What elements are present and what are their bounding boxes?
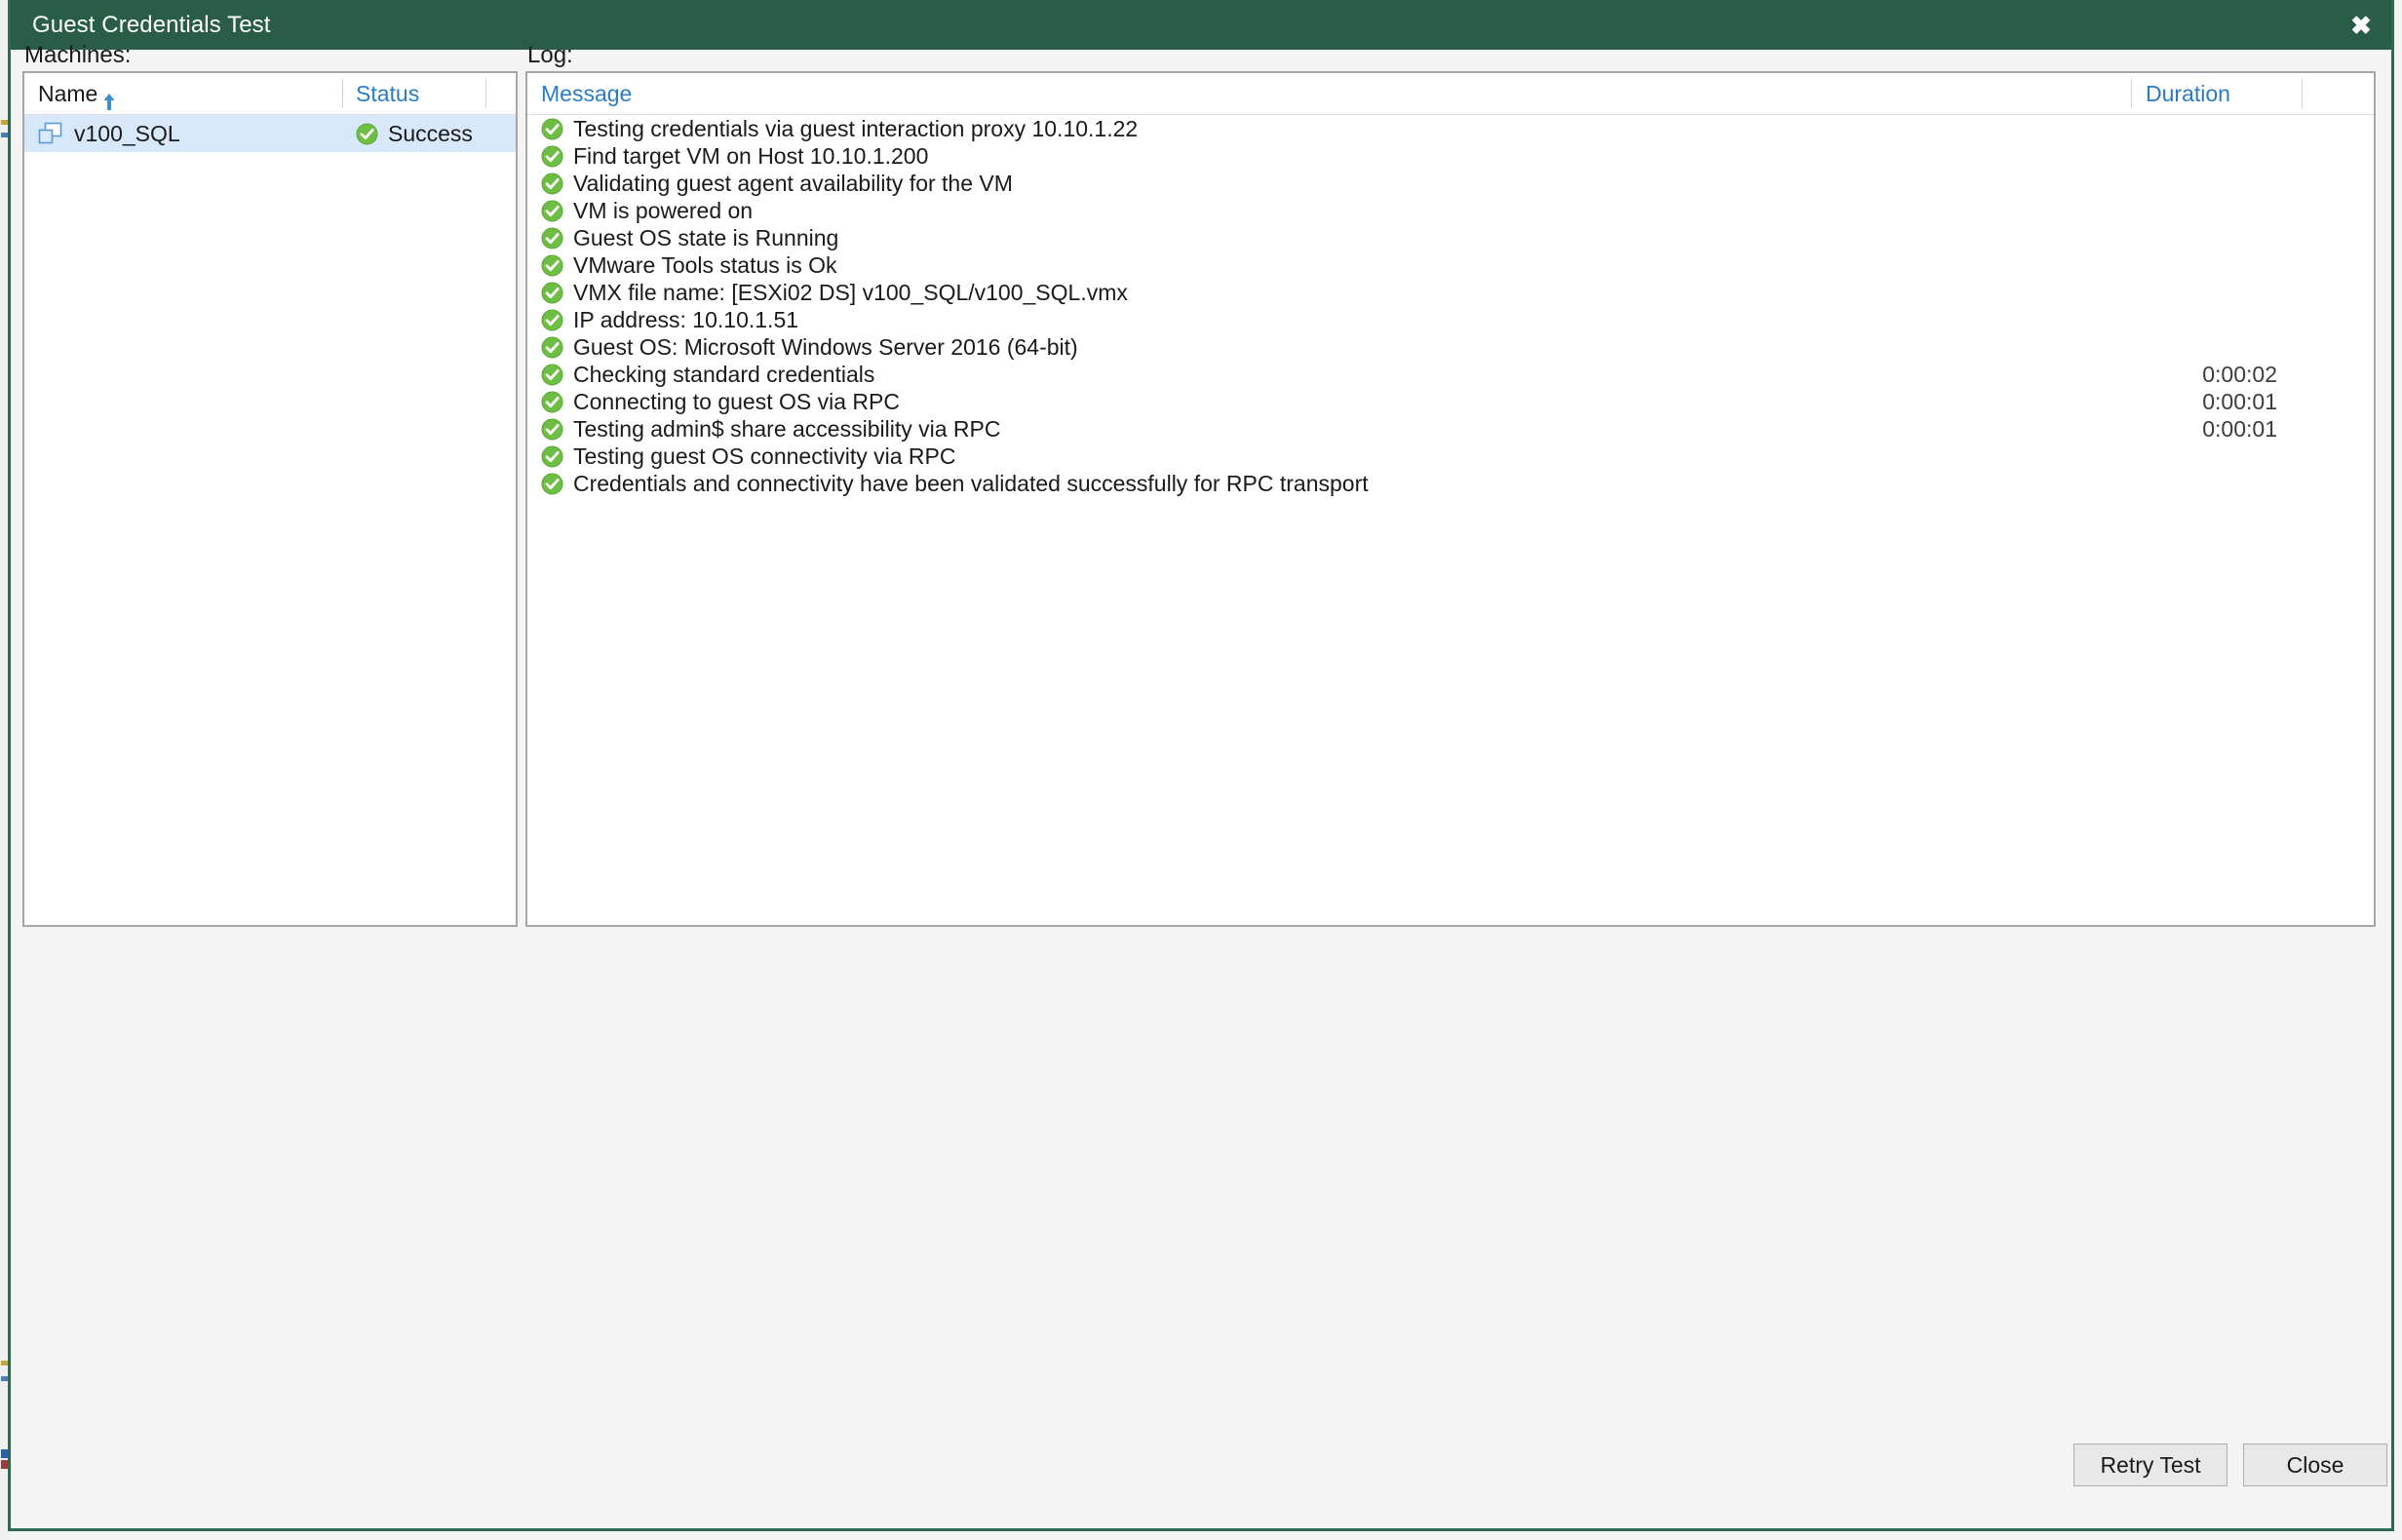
log-table-row[interactable]: Credentials and connectivity have been v…: [527, 470, 2374, 497]
log-duration-cell: 0:00:02: [2202, 361, 2277, 387]
log-label: Log:: [527, 42, 573, 68]
dialog-footer: Retry Test Close: [11, 1411, 2391, 1528]
log-message-label: Guest OS: Microsoft Windows Server 2016 …: [573, 333, 1078, 360]
column-separator[interactable]: [2131, 79, 2132, 108]
machines-label: Machines:: [24, 42, 132, 68]
success-check-icon: [541, 445, 563, 468]
success-check-icon: [541, 200, 563, 222]
machines-rows: v100_SQL Success: [24, 115, 516, 152]
log-message-label: Validating guest agent availability for …: [573, 170, 1013, 196]
log-message-label: VMX file name: [ESXi02 DS] v100_SQL/v100…: [573, 279, 1128, 305]
column-header-message[interactable]: Message: [541, 73, 1321, 114]
success-check-icon: [541, 173, 563, 195]
close-button[interactable]: ✖: [2331, 0, 2391, 50]
log-table-row[interactable]: IP address: 10.10.1.51: [527, 306, 2374, 333]
log-message-label: Testing credentials via guest interactio…: [573, 115, 1139, 141]
column-header-duration[interactable]: Duration: [2146, 73, 2302, 114]
log-message-cell: Guest OS: Microsoft Windows Server 2016 …: [541, 334, 1078, 361]
machine-name-label: v100_SQL: [74, 120, 180, 146]
log-message-cell: Validating guest agent availability for …: [541, 171, 1013, 197]
machines-list[interactable]: Name Status v100_SQL Success: [22, 71, 518, 927]
success-check-icon: [541, 391, 563, 413]
log-grid-header: Message Duration: [527, 73, 2374, 115]
background-fleck: [1, 1361, 8, 1366]
log-message-cell: VMware Tools status is Ok: [541, 252, 837, 279]
log-duration-cell: 0:00:01: [2202, 388, 2277, 414]
log-message-cell: Checking standard credentials: [541, 362, 874, 388]
dialog-body: Machines: Log: Name Status v100_SQL Succ…: [11, 42, 2391, 1528]
log-table-row[interactable]: Validating guest agent availability for …: [527, 170, 2374, 197]
log-message-cell: Connecting to guest OS via RPC: [541, 389, 900, 415]
log-message-label: IP address: 10.10.1.51: [573, 306, 799, 332]
log-message-cell: Find target VM on Host 10.10.1.200: [541, 143, 928, 170]
log-message-cell: VMX file name: [ESXi02 DS] v100_SQL/v100…: [541, 280, 1128, 306]
log-message-label: Credentials and connectivity have been v…: [573, 470, 1369, 496]
machine-name-cell: v100_SQL: [38, 121, 180, 147]
close-button-footer[interactable]: Close: [2243, 1444, 2387, 1486]
column-separator[interactable]: [485, 79, 486, 108]
status-badge: Success: [388, 120, 473, 146]
success-check-icon: [541, 418, 563, 441]
log-table-row[interactable]: Find target VM on Host 10.10.1.200: [527, 142, 2374, 170]
title-bar: Guest Credentials Test ✖: [11, 0, 2391, 50]
log-message-label: Guest OS state is Running: [573, 224, 839, 250]
virtual-machine-icon: [38, 122, 63, 145]
log-message-label: Checking standard credentials: [573, 361, 875, 387]
success-check-icon: [541, 282, 563, 304]
log-message-cell: VM is powered on: [541, 198, 753, 224]
success-check-icon: [541, 364, 563, 386]
application-window: Guest Credentials Test ✖ Machines: Log: …: [0, 0, 2402, 1540]
log-message-label: Find target VM on Host 10.10.1.200: [573, 142, 929, 169]
success-check-icon: [541, 118, 563, 140]
success-check-icon: [541, 227, 563, 250]
column-header-name-label: Name: [38, 80, 98, 106]
log-table-row[interactable]: VMX file name: [ESXi02 DS] v100_SQL/v100…: [527, 279, 2374, 306]
machines-table-row[interactable]: v100_SQL Success: [24, 115, 516, 152]
success-check-icon: [541, 336, 563, 359]
log-duration-cell: 0:00:01: [2202, 415, 2277, 442]
success-check-icon: [541, 309, 563, 331]
log-message-cell: Testing guest OS connectivity via RPC: [541, 443, 955, 470]
success-check-icon: [541, 254, 563, 277]
background-fleck: [1, 1376, 8, 1381]
log-message-cell: Credentials and connectivity have been v…: [541, 471, 1369, 497]
column-header-status[interactable]: Status: [356, 73, 478, 114]
success-check-icon: [356, 123, 378, 145]
retry-test-button[interactable]: Retry Test: [2073, 1444, 2228, 1486]
background-fleck: [1, 133, 8, 137]
window-title: Guest Credentials Test: [32, 11, 271, 38]
success-check-icon: [541, 145, 563, 168]
log-message-cell: Testing admin$ share accessibility via R…: [541, 416, 1000, 443]
log-table-row[interactable]: Testing credentials via guest interactio…: [527, 115, 2374, 142]
log-table-row[interactable]: Testing guest OS connectivity via RPC: [527, 443, 2374, 470]
success-check-icon: [541, 473, 563, 495]
log-message-cell: Guest OS state is Running: [541, 225, 838, 251]
column-header-name[interactable]: Name: [38, 73, 330, 114]
log-table-row[interactable]: VM is powered on: [527, 197, 2374, 224]
column-separator[interactable]: [2302, 79, 2303, 108]
machines-grid-header: Name Status: [24, 73, 516, 115]
background-fleck: [1, 1449, 8, 1458]
log-table-row[interactable]: Testing admin$ share accessibility via R…: [527, 415, 2374, 443]
log-rows: Testing credentials via guest interactio…: [527, 115, 2374, 497]
log-message-cell: Testing credentials via guest interactio…: [541, 116, 1138, 142]
background-fleck: [1, 1460, 8, 1469]
log-table-row[interactable]: Guest OS state is Running: [527, 224, 2374, 251]
machine-status-cell: Success: [356, 121, 473, 147]
column-separator[interactable]: [342, 79, 343, 108]
log-table-row[interactable]: Connecting to guest OS via RPC 0:00:01: [527, 388, 2374, 415]
log-message-label: VM is powered on: [573, 197, 754, 223]
log-message-label: Connecting to guest OS via RPC: [573, 388, 900, 414]
log-table-row[interactable]: VMware Tools status is Ok: [527, 251, 2374, 279]
log-message-label: VMware Tools status is Ok: [573, 251, 837, 278]
log-table-row[interactable]: Checking standard credentials 0:00:02: [527, 361, 2374, 388]
log-message-cell: IP address: 10.10.1.51: [541, 307, 798, 333]
background-fleck: [1, 120, 8, 125]
log-message-label: Testing guest OS connectivity via RPC: [573, 443, 956, 469]
log-list[interactable]: Message Duration Testing credentials via…: [525, 71, 2376, 927]
close-icon: ✖: [2350, 10, 2372, 40]
log-table-row[interactable]: Guest OS: Microsoft Windows Server 2016 …: [527, 333, 2374, 361]
guest-credentials-test-dialog: Guest Credentials Test ✖ Machines: Log: …: [8, 0, 2394, 1531]
log-message-label: Testing admin$ share accessibility via R…: [573, 415, 1001, 442]
